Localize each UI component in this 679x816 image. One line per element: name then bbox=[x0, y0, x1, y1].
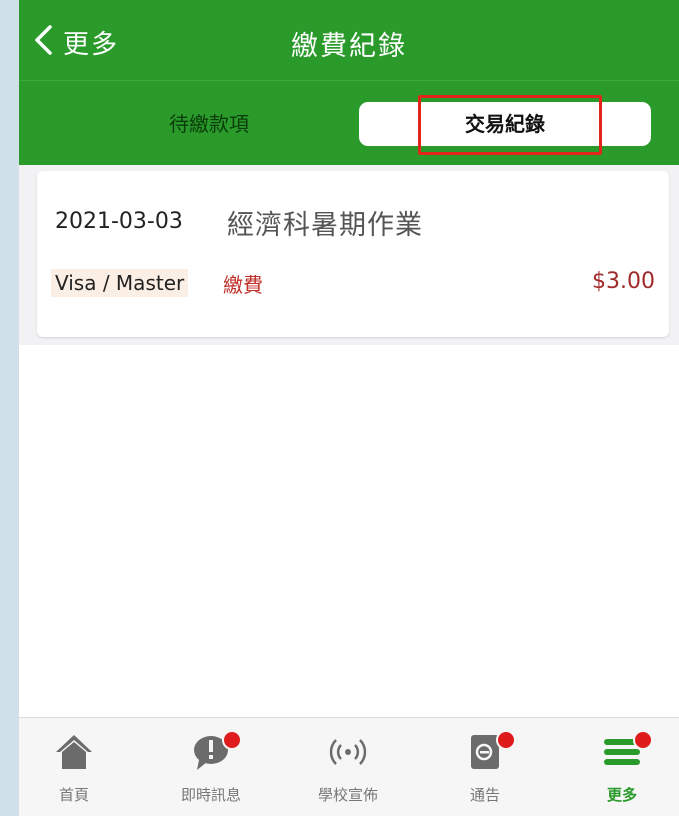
tabbar-item-messages[interactable]: 即時訊息 bbox=[156, 718, 266, 816]
broadcast-icon bbox=[328, 732, 368, 772]
record-card[interactable]: 2021-03-03 經濟科暑期作業 Visa / Master 繳費 $3.0… bbox=[37, 171, 669, 337]
record-date: 2021-03-03 bbox=[55, 209, 183, 234]
phone-screen: 更多 繳費紀錄 待繳款項 交易紀錄 2021-03-03 經濟科暑期作業 Vis… bbox=[19, 0, 679, 816]
tabbar-item-notices[interactable]: 通告 bbox=[430, 718, 540, 816]
tabbar-label: 通告 bbox=[469, 786, 500, 804]
page-title: 繳費紀錄 bbox=[291, 31, 407, 62]
payment-method-badge: Visa / Master bbox=[51, 269, 189, 297]
divider bbox=[19, 80, 679, 81]
navigation-bar: 更多 繳費紀錄 bbox=[19, 0, 679, 80]
header: 更多 繳費紀錄 待繳款項 交易紀錄 bbox=[19, 0, 679, 165]
highlight-annotation bbox=[418, 95, 602, 155]
record-title: 經濟科暑期作業 bbox=[227, 210, 423, 241]
tab-bar: 首頁 即時訊息 學校宣佈 通告 更多 bbox=[19, 717, 679, 816]
tabbar-item-more[interactable]: 更多 bbox=[567, 718, 677, 816]
notification-badge bbox=[633, 730, 653, 750]
record-type: 繳費 bbox=[223, 273, 263, 297]
notification-badge bbox=[496, 730, 516, 750]
empty-area bbox=[19, 345, 679, 717]
tabbar-label: 更多 bbox=[606, 786, 637, 804]
tabbar-label: 即時訊息 bbox=[180, 786, 241, 804]
tabbar-label: 學校宣佈 bbox=[317, 786, 378, 804]
tabbar-label: 首頁 bbox=[58, 786, 89, 804]
home-icon bbox=[54, 732, 94, 772]
notification-badge bbox=[222, 730, 242, 750]
tabbar-item-announcements[interactable]: 學校宣佈 bbox=[293, 718, 403, 816]
tabbar-item-home[interactable]: 首頁 bbox=[19, 718, 129, 816]
records-list: 2021-03-03 經濟科暑期作業 Visa / Master 繳費 $3.0… bbox=[19, 165, 679, 717]
record-amount: $3.00 bbox=[592, 269, 655, 294]
tab-pending-payments[interactable]: 待繳款項 bbox=[109, 102, 309, 146]
